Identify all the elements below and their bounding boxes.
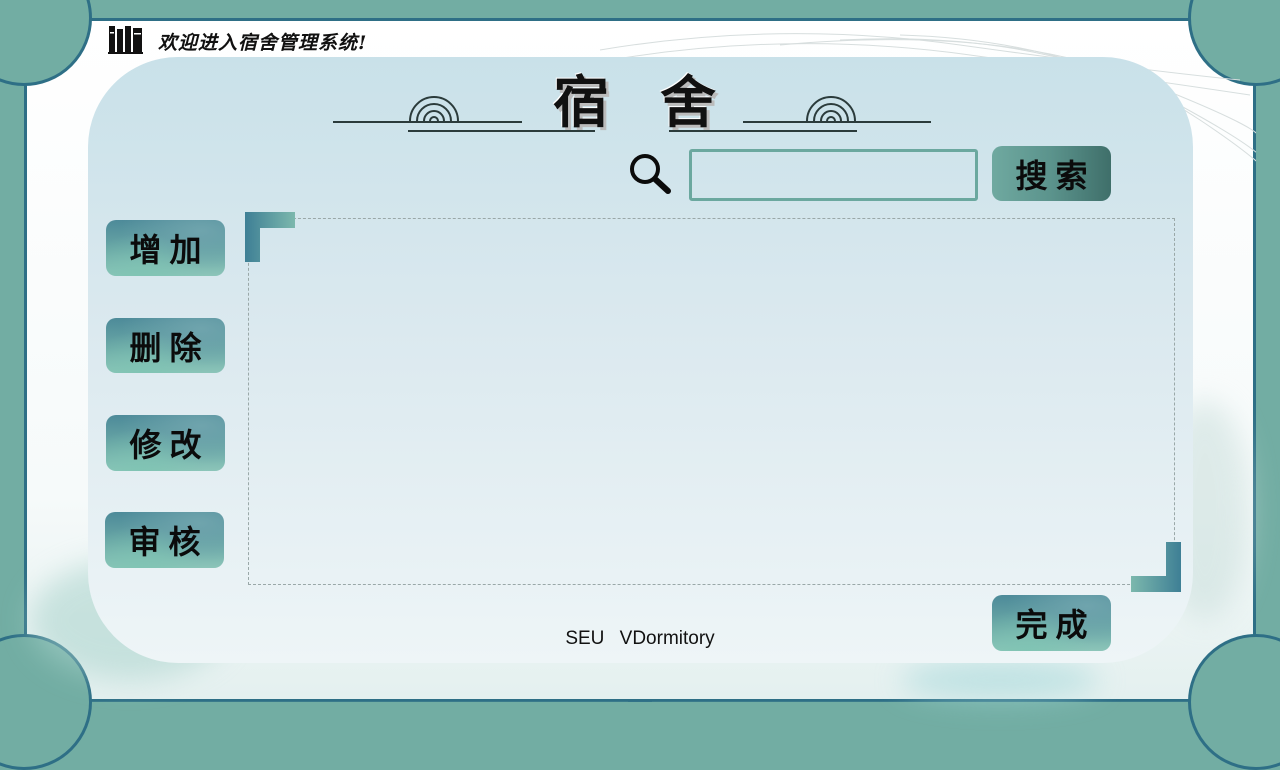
search-button[interactable]: 搜索 <box>992 146 1111 201</box>
page-title-char-2: 舍 <box>660 70 716 136</box>
page-title-char-1: 宿 <box>553 70 609 136</box>
content-area <box>248 218 1175 585</box>
edit-button[interactable]: 修改 <box>106 415 225 471</box>
magnifier-icon[interactable] <box>628 152 672 196</box>
search-input[interactable] <box>689 149 978 201</box>
delete-button[interactable]: 删除 <box>106 318 225 373</box>
title-decor-line <box>669 130 857 132</box>
mist-decoration <box>900 660 1100 700</box>
books-icon <box>108 26 143 54</box>
add-button[interactable]: 增加 <box>106 220 225 276</box>
content-corner-bracket-top-left <box>245 212 295 262</box>
content-corner-bracket-bottom-right <box>1131 542 1181 592</box>
arc-decoration-icon <box>806 96 856 122</box>
title-decor-line <box>408 130 595 132</box>
arc-decoration-icon <box>409 96 459 122</box>
footer-text: SEU VDormitory <box>565 628 715 649</box>
review-button[interactable]: 审核 <box>105 512 224 568</box>
welcome-text: 欢迎进入宿舍管理系统! <box>158 32 368 54</box>
